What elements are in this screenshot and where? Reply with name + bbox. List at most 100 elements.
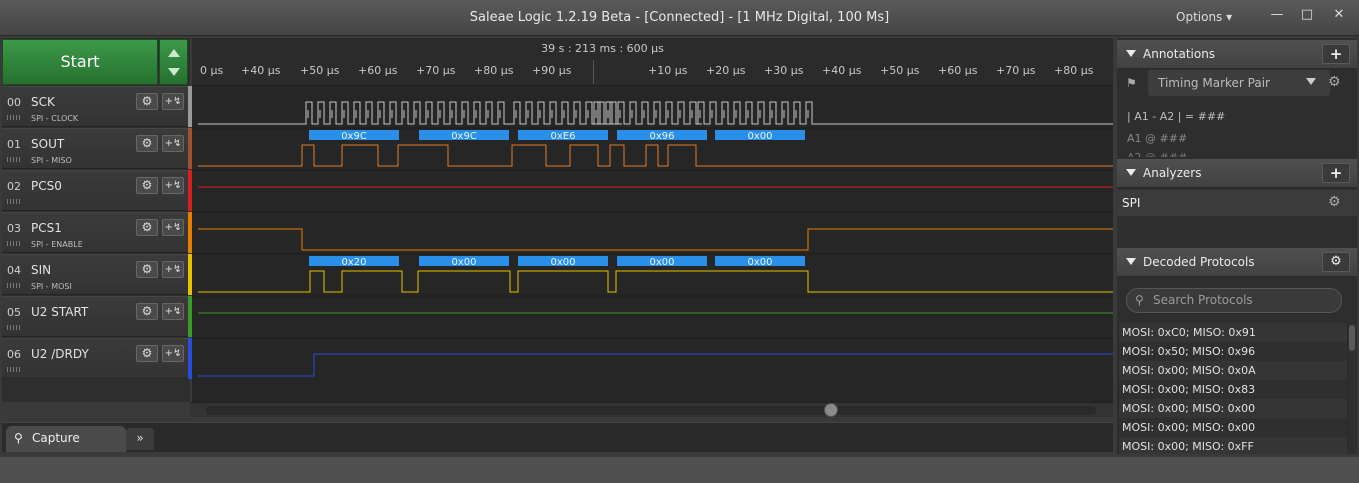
channel-settings-button[interactable]: ⚙ — [136, 135, 158, 152]
time-tick-label: +40 µs — [241, 64, 281, 77]
channel-name[interactable]: PCS1 — [31, 221, 62, 235]
channel-name[interactable]: U2 START — [31, 305, 88, 319]
channel-settings-button[interactable]: ⚙ — [136, 93, 158, 110]
trigger-button[interactable]: +↯ — [162, 303, 184, 320]
trigger-button[interactable]: +↯ — [162, 135, 184, 152]
channel-row[interactable]: 06 U2 /DRDY ⚙ +↯ — [2, 338, 190, 379]
trigger-button[interactable]: +↯ — [162, 261, 184, 278]
time-tick-label: +20 µs — [706, 64, 746, 77]
drag-handle-icon[interactable] — [7, 199, 21, 204]
decoded-row[interactable]: MOSI: 0x00; MISO: 0x00 — [1119, 399, 1347, 418]
channel-analyzer-label: SPI - MISO — [31, 156, 72, 165]
window-title: Saleae Logic 1.2.19 Beta - [Connected] -… — [469, 10, 890, 25]
gear-icon[interactable]: ⚙ — [1328, 194, 1341, 210]
channel-row[interactable]: 00 SCK SPI - CLOCK ⚙ +↯ — [2, 86, 190, 127]
decoded-row[interactable]: MOSI: 0xC0; MISO: 0x91 — [1119, 323, 1347, 342]
channel-number: 06 — [7, 348, 21, 361]
tab-capture[interactable]: ⚲ Capture — [6, 426, 126, 452]
waveform-canvas[interactable]: 0x9C 0x9C 0xE6 0x96 0x00 0x20 0x00 0x00 0x00 0x00 — [192, 86, 1113, 380]
channel-settings-button[interactable]: ⚙ — [136, 219, 158, 236]
channel-row[interactable]: 05 U2 START ⚙ +↯ — [2, 296, 190, 337]
decoded-scroll-thumb[interactable] — [1349, 325, 1355, 351]
maximize-button[interactable]: □ — [1294, 5, 1320, 27]
channel-row[interactable]: 03 PCS1 SPI - ENABLE ⚙ +↯ — [2, 212, 190, 253]
marker-a1: A1 @ ### — [1127, 132, 1188, 145]
analyzer-row[interactable]: SPI ⚙ — [1117, 190, 1357, 216]
channel-name[interactable]: U2 /DRDY — [31, 347, 89, 361]
timing-marker-label: Timing Marker Pair — [1158, 76, 1270, 90]
chevron-down-icon[interactable] — [1306, 78, 1316, 85]
arrow-down-icon[interactable] — [168, 68, 180, 76]
add-annotation-button[interactable]: + — [1322, 44, 1350, 64]
capture-stepper[interactable] — [159, 39, 188, 85]
options-menu[interactable]: Options ▾ — [1176, 10, 1232, 24]
gear-icon[interactable]: ⚙ — [1322, 252, 1350, 272]
decoded-row[interactable]: MOSI: 0x00; MISO: 0x00 — [1119, 418, 1347, 437]
horizontal-scrollbar[interactable] — [190, 402, 1113, 417]
start-button[interactable]: Start — [2, 39, 158, 85]
trigger-button[interactable]: +↯ — [162, 177, 184, 194]
decode-label: 0x96 — [649, 131, 674, 142]
channel-name[interactable]: SCK — [31, 95, 55, 109]
scroll-track[interactable] — [206, 406, 1096, 415]
decoded-row[interactable]: MOSI: 0x00; MISO: 0x0A — [1119, 361, 1347, 380]
status-bar — [0, 456, 1359, 483]
trigger-button[interactable]: +↯ — [162, 219, 184, 236]
channel-row[interactable]: 02 PCS0 ⚙ +↯ — [2, 170, 190, 211]
drag-handle-icon[interactable] — [7, 283, 21, 288]
decoded-scrollbar[interactable] — [1348, 323, 1356, 454]
channel-name[interactable]: SIN — [31, 263, 51, 277]
search-icon: ⚲ — [14, 431, 23, 445]
collapse-icon — [1126, 258, 1136, 265]
sin-waveform — [198, 270, 1113, 293]
annotations-header[interactable]: Annotations — [1117, 40, 1357, 69]
analyzers-header[interactable]: Analyzers — [1117, 159, 1357, 188]
decoded-protocols-header[interactable]: Decoded Protocols — [1117, 248, 1357, 277]
trigger-button[interactable]: +↯ — [162, 93, 184, 110]
decode-label: 0x00 — [649, 257, 674, 268]
channel-settings-button[interactable]: ⚙ — [136, 261, 158, 278]
time-tick-label: +60 µs — [938, 64, 978, 77]
decoded-row[interactable]: MOSI: 0x00; MISO: 0xFF — [1119, 437, 1347, 454]
search-protocols-input[interactable]: ⚲ Search Protocols — [1126, 288, 1342, 313]
drag-handle-icon[interactable] — [7, 367, 21, 372]
timing-marker-select[interactable]: Timing Marker Pair — [1148, 70, 1330, 96]
drag-handle-icon[interactable] — [7, 115, 21, 120]
tab-more-button[interactable]: » — [126, 428, 154, 450]
time-ruler-center: 39 s : 213 ms : 600 µs — [541, 42, 664, 55]
tab-bar — [2, 422, 1113, 452]
arrow-up-icon[interactable] — [168, 49, 180, 57]
decoded-title: Decoded Protocols — [1143, 255, 1255, 269]
minimize-button[interactable]: — — [1264, 5, 1290, 27]
channel-row[interactable]: 04 SIN SPI - MOSI ⚙ +↯ — [2, 254, 190, 295]
decoded-row[interactable]: MOSI: 0x50; MISO: 0x96 — [1119, 342, 1347, 361]
channel-settings-button[interactable]: ⚙ — [136, 345, 158, 362]
drag-handle-icon[interactable] — [7, 325, 21, 330]
gear-icon[interactable]: ⚙ — [1328, 74, 1341, 90]
collapse-icon — [1126, 50, 1136, 57]
decode-label: 0x20 — [341, 257, 366, 268]
channel-number: 02 — [7, 180, 21, 193]
annotations-title: Annotations — [1143, 47, 1216, 61]
drag-handle-icon[interactable] — [7, 157, 21, 162]
channel-row[interactable]: 01 SOUT SPI - MISO ⚙ +↯ — [2, 128, 190, 169]
close-button[interactable]: ✕ — [1326, 5, 1352, 27]
time-tick-label: +30 µs — [764, 64, 804, 77]
scroll-thumb[interactable] — [824, 403, 838, 417]
channel-settings-button[interactable]: ⚙ — [136, 303, 158, 320]
time-tick-label: +50 µs — [300, 64, 340, 77]
trigger-button[interactable]: +↯ — [162, 345, 184, 362]
decoded-row[interactable]: MOSI: 0x00; MISO: 0x83 — [1119, 380, 1347, 399]
drag-handle-icon[interactable] — [7, 241, 21, 246]
channel-name[interactable]: PCS0 — [31, 179, 62, 193]
channel-name[interactable]: SOUT — [31, 137, 64, 151]
channel-number: 03 — [7, 222, 21, 235]
channel-number: 05 — [7, 306, 21, 319]
add-analyzer-button[interactable]: + — [1322, 163, 1350, 183]
time-tick-label: +40 µs — [822, 64, 862, 77]
time-tick-label: +80 µs — [474, 64, 514, 77]
title-bar: Saleae Logic 1.2.19 Beta - [Connected] -… — [0, 0, 1359, 36]
channel-settings-button[interactable]: ⚙ — [136, 177, 158, 194]
channel-analyzer-label: SPI - CLOCK — [31, 114, 79, 123]
decode-label: 0x9C — [341, 131, 367, 142]
